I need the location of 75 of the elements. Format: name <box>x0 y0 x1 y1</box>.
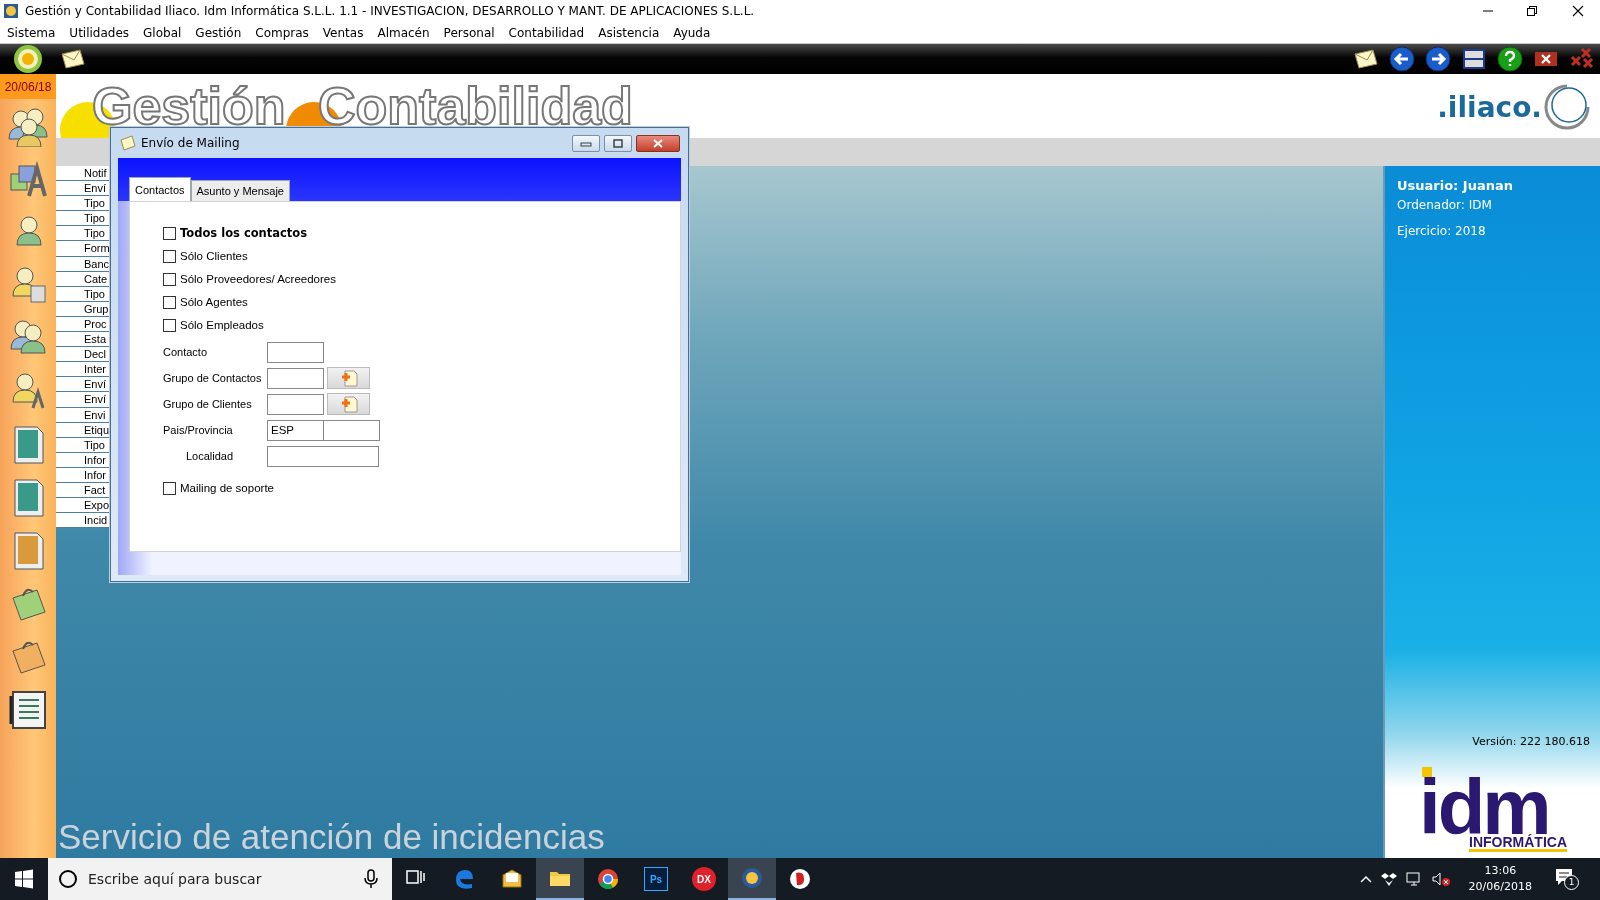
menu-item[interactable]: Ventas <box>315 23 371 42</box>
dropbox-icon[interactable] <box>1380 871 1397 887</box>
tab[interactable]: Asunto y Mensaje <box>190 179 290 201</box>
checkbox[interactable] <box>163 319 176 332</box>
menu-item[interactable]: Compras <box>248 23 316 42</box>
field-label: Contacto <box>163 344 209 360</box>
checkbox[interactable] <box>163 273 176 286</box>
checkbox[interactable] <box>163 227 176 240</box>
menu-item[interactable]: Contabilidad <box>501 23 592 42</box>
input-field[interactable] <box>267 367 324 389</box>
logo-text: Contabilidad <box>318 76 633 136</box>
computer-label: Ordenador: IDM <box>1397 196 1493 214</box>
menu-item[interactable]: Ayuda <box>666 23 718 42</box>
checkbox-label[interactable]: Sólo Clientes <box>180 247 248 266</box>
logo-square <box>1422 766 1432 777</box>
logo-icon[interactable] <box>13 44 43 74</box>
company-logo: idm <box>1419 778 1549 835</box>
menu-item[interactable]: Sistema <box>0 23 63 42</box>
clock-date[interactable]: 20/06/2018 <box>1468 879 1532 896</box>
add-button[interactable] <box>327 367 370 389</box>
dialog-title: Envío de Mailing <box>141 135 240 152</box>
search-icon <box>58 869 78 889</box>
input-field[interactable] <box>267 445 379 467</box>
input-field[interactable] <box>267 393 324 415</box>
company-logo-caption: INFORMÁTICA <box>1469 835 1567 852</box>
date-label: 20/06/18 <box>0 74 56 99</box>
menu-item[interactable]: Gestión <box>188 23 249 42</box>
add-button[interactable] <box>327 393 370 415</box>
chrome-icon[interactable] <box>596 867 620 891</box>
checkbox[interactable] <box>163 296 176 309</box>
version-label: Versión: 222 180.618 <box>1471 734 1591 751</box>
windows-start-icon[interactable] <box>14 869 34 889</box>
field-label: Grupo de Contactos <box>163 370 263 386</box>
maximize-icon <box>610 137 626 149</box>
brand-logo: .iliaco. <box>1437 90 1542 124</box>
ring-icon <box>1542 82 1592 132</box>
checkbox-label[interactable]: Sólo Proveedores/ Acreedores <box>180 270 336 289</box>
menu-item[interactable]: Personal <box>436 23 502 42</box>
microphone-icon[interactable] <box>364 869 378 889</box>
checkbox-label[interactable]: Sólo Agentes <box>180 293 248 312</box>
checkbox[interactable] <box>163 482 176 495</box>
mail-icon[interactable] <box>500 867 524 891</box>
dx-app[interactable]: DX <box>692 867 716 891</box>
photoshop-app[interactable]: Ps <box>644 867 668 891</box>
app-icon <box>3 3 19 19</box>
input-field[interactable] <box>267 341 324 363</box>
notification-count: 1 <box>1564 875 1579 890</box>
menu-item[interactable]: Global <box>136 23 189 42</box>
search-field[interactable]: Escribe aquí para buscar <box>48 858 392 900</box>
field-label: Localidad <box>185 448 235 464</box>
minimize-button[interactable] <box>572 134 600 152</box>
input-field[interactable] <box>324 419 380 441</box>
window-title: Gestión y Contabilidad Iliaco. Idm Informática S.L.L. 1.1 - INVESTIGACION, DESARROLLO Y MANT. DE APLICACIONES S.L.L. <box>25 3 755 20</box>
checkbox[interactable] <box>163 250 176 263</box>
maximize-button[interactable] <box>604 134 632 152</box>
help-icon[interactable] <box>1496 45 1524 73</box>
menu-item[interactable]: Almacén <box>370 23 437 42</box>
close-button[interactable] <box>636 134 680 152</box>
volume-muted-icon[interactable] <box>1430 871 1451 887</box>
clock-time[interactable]: 13:06 <box>1484 862 1517 879</box>
tab[interactable]: Contactos <box>129 176 191 201</box>
app-icon[interactable] <box>740 866 764 890</box>
input-field[interactable]: ESP <box>267 419 324 441</box>
checkbox-label[interactable]: Sólo Empleados <box>180 316 264 335</box>
field-label: Grupo de Clientes <box>163 396 253 412</box>
banner-text: Servicio de atención de incidencias <box>57 819 605 858</box>
checkbox-label[interactable]: Mailing de soporte <box>180 479 274 498</box>
logo-text: Gestión <box>92 76 286 136</box>
network-icon[interactable] <box>1404 871 1423 887</box>
user-label: Usuario: Juanan <box>1397 177 1514 195</box>
menu-item[interactable]: Asistencia <box>591 23 667 42</box>
year-label: Ejercicio: 2018 <box>1397 222 1487 240</box>
checkbox-label[interactable]: Todos los contactos <box>180 224 308 243</box>
field-label: Pais/Provincia <box>163 422 234 438</box>
menu-item[interactable]: Utilidades <box>62 23 137 42</box>
